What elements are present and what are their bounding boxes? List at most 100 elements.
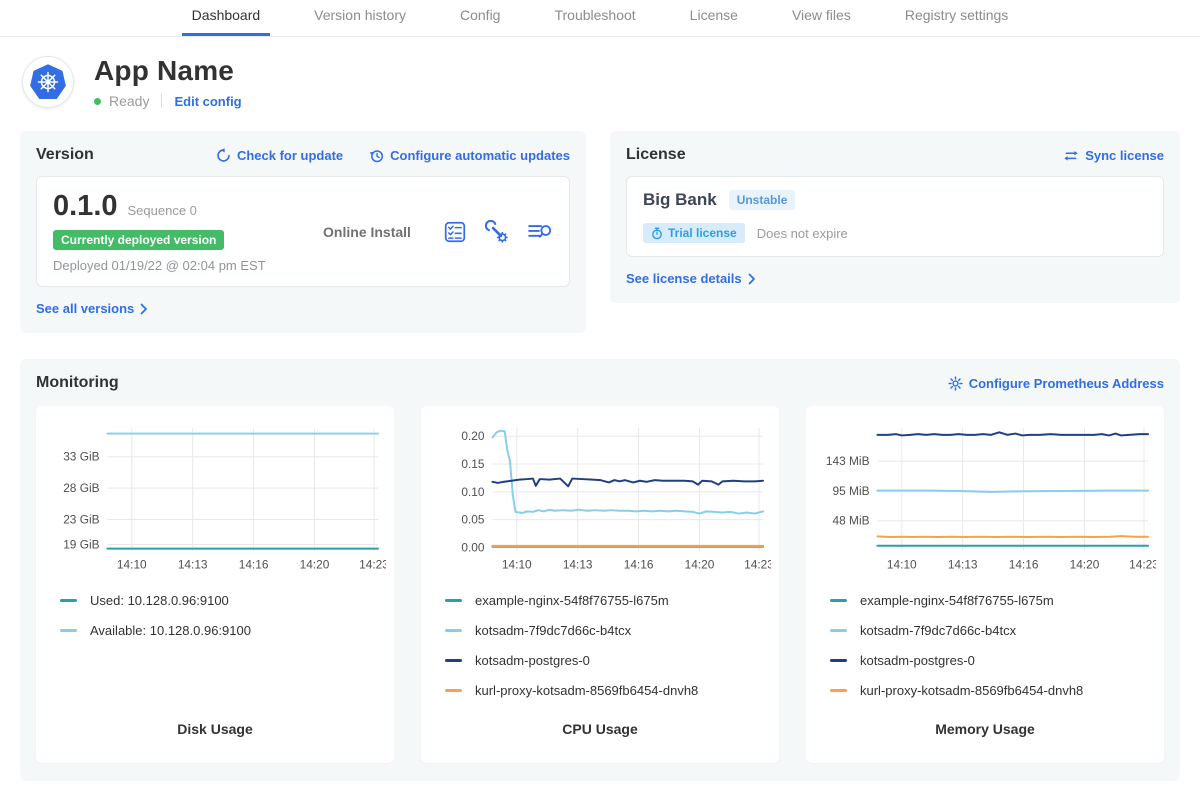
see-all-versions-label: See all versions bbox=[36, 301, 134, 316]
legend-color-dash bbox=[830, 659, 847, 662]
svg-text:14:16: 14:16 bbox=[624, 558, 654, 572]
see-all-versions-link[interactable]: See all versions bbox=[36, 301, 148, 316]
legend-color-dash bbox=[445, 599, 462, 602]
svg-text:28 GiB: 28 GiB bbox=[63, 481, 99, 495]
configure-prometheus-link[interactable]: Configure Prometheus Address bbox=[948, 376, 1164, 391]
memory-usage-chart-canvas: 14:1014:1314:1614:2014:2348 MiB95 MiB143… bbox=[814, 418, 1156, 585]
deployed-badge: Currently deployed version bbox=[53, 230, 224, 250]
svg-text:14:10: 14:10 bbox=[117, 558, 147, 572]
tab-version-history[interactable]: Version history bbox=[304, 0, 416, 36]
svg-text:14:16: 14:16 bbox=[239, 558, 269, 572]
version-card: Version Check for update Configure au bbox=[20, 131, 586, 333]
chart-title: CPU Usage bbox=[429, 713, 771, 749]
legend-item: kurl-proxy-kotsadm-8569fb6454-dnvh8 bbox=[445, 683, 771, 698]
trial-license-badge: Trial license bbox=[643, 223, 745, 243]
svg-text:0.05: 0.05 bbox=[461, 513, 485, 527]
legend-color-dash bbox=[445, 659, 462, 662]
legend-item: Used: 10.128.0.96:9100 bbox=[60, 593, 386, 608]
svg-text:0.15: 0.15 bbox=[461, 457, 485, 471]
chart-legend: Used: 10.128.0.96:9100 Available: 10.128.… bbox=[60, 593, 386, 653]
legend-label: example-nginx-54f8f76755-l675m bbox=[475, 593, 669, 608]
license-card-title: License bbox=[626, 146, 686, 164]
svg-text:143 MiB: 143 MiB bbox=[826, 454, 870, 468]
svg-text:14:23: 14:23 bbox=[744, 558, 771, 572]
legend-color-dash bbox=[445, 629, 462, 632]
configure-automatic-updates-label: Configure automatic updates bbox=[390, 148, 570, 163]
cpu-usage-panel: 14:1014:1314:1614:2014:230.000.050.100.1… bbox=[421, 406, 779, 763]
see-license-details-label: See license details bbox=[626, 271, 742, 286]
summary-cards-row: Version Check for update Configure au bbox=[0, 119, 1200, 333]
edit-config-link[interactable]: Edit config bbox=[174, 94, 241, 109]
svg-text:0.20: 0.20 bbox=[461, 429, 485, 443]
svg-text:14:10: 14:10 bbox=[502, 558, 532, 572]
refresh-icon bbox=[216, 148, 231, 163]
svg-text:33 GiB: 33 GiB bbox=[63, 450, 99, 464]
monitoring-card: Monitoring Configure Prometheus Address … bbox=[20, 359, 1180, 781]
sync-license-link[interactable]: Sync license bbox=[1063, 148, 1164, 163]
install-type-label: Online Install bbox=[291, 224, 443, 240]
sync-license-label: Sync license bbox=[1085, 148, 1164, 163]
configure-prometheus-label: Configure Prometheus Address bbox=[969, 376, 1164, 391]
legend-item: example-nginx-54f8f76755-l675m bbox=[445, 593, 771, 608]
legend-item: kurl-proxy-kotsadm-8569fb6454-dnvh8 bbox=[830, 683, 1156, 698]
tab-view-files[interactable]: View files bbox=[782, 0, 861, 36]
channel-badge: Unstable bbox=[729, 190, 796, 210]
license-expiry: Does not expire bbox=[757, 226, 848, 241]
top-nav: Dashboard Version history Config Troublesho… bbox=[0, 0, 1200, 37]
svg-text:14:20: 14:20 bbox=[1070, 558, 1100, 572]
swap-arrows-icon bbox=[1063, 148, 1079, 163]
svg-text:0.10: 0.10 bbox=[461, 485, 485, 499]
svg-text:14:13: 14:13 bbox=[178, 558, 208, 572]
app-status: Ready bbox=[109, 93, 149, 109]
divider bbox=[161, 94, 162, 108]
disk-usage-panel: 14:1014:1314:1614:2014:2319 GiB23 GiB28 … bbox=[36, 406, 394, 763]
chart-title: Memory Usage bbox=[814, 713, 1156, 749]
legend-label: kotsadm-postgres-0 bbox=[860, 653, 975, 668]
svg-text:14:16: 14:16 bbox=[1009, 558, 1039, 572]
legend-label: kotsadm-7f9dc7d66c-b4tcx bbox=[475, 623, 631, 638]
memory-usage-panel: 14:1014:1314:1614:2014:2348 MiB95 MiB143… bbox=[806, 406, 1164, 763]
check-for-update-link[interactable]: Check for update bbox=[216, 148, 343, 163]
legend-item: kotsadm-postgres-0 bbox=[445, 653, 771, 668]
tab-registry-settings[interactable]: Registry settings bbox=[895, 0, 1018, 36]
legend-label: kotsadm-7f9dc7d66c-b4tcx bbox=[860, 623, 1016, 638]
preflight-checklist-icon[interactable] bbox=[443, 220, 467, 244]
version-number: 0.1.0 bbox=[53, 190, 118, 223]
monitoring-title: Monitoring bbox=[36, 374, 119, 392]
chevron-right-icon bbox=[140, 303, 148, 315]
legend-color-dash bbox=[830, 689, 847, 692]
legend-label: kotsadm-postgres-0 bbox=[475, 653, 590, 668]
chart-legend: example-nginx-54f8f76755-l675m kotsadm-7f… bbox=[445, 593, 771, 713]
status-dot bbox=[94, 98, 101, 105]
tab-dashboard[interactable]: Dashboard bbox=[182, 0, 271, 36]
tab-license[interactable]: License bbox=[680, 0, 748, 36]
check-for-update-label: Check for update bbox=[237, 148, 343, 163]
configure-automatic-updates-link[interactable]: Configure automatic updates bbox=[369, 148, 570, 163]
page-title: App Name bbox=[94, 55, 242, 87]
legend-label: Available: 10.128.0.96:9100 bbox=[90, 623, 251, 638]
legend-color-dash bbox=[830, 599, 847, 602]
version-card-title: Version bbox=[36, 146, 94, 164]
legend-label: kurl-proxy-kotsadm-8569fb6454-dnvh8 bbox=[475, 683, 698, 698]
kubernetes-wheel-icon bbox=[35, 69, 61, 95]
svg-text:14:20: 14:20 bbox=[685, 558, 715, 572]
svg-text:19 GiB: 19 GiB bbox=[63, 538, 99, 552]
tab-config[interactable]: Config bbox=[450, 0, 510, 36]
license-card: License Sync license Big Bank Unstable bbox=[610, 131, 1180, 303]
disk-usage-chart-canvas: 14:1014:1314:1614:2014:2319 GiB23 GiB28 … bbox=[44, 418, 386, 585]
trial-license-label: Trial license bbox=[668, 226, 737, 240]
wrench-gear-icon[interactable] bbox=[485, 220, 509, 244]
cpu-usage-chart-canvas: 14:1014:1314:1614:2014:230.000.050.100.1… bbox=[429, 418, 771, 585]
svg-text:14:13: 14:13 bbox=[948, 558, 978, 572]
view-logs-magnifier-icon[interactable] bbox=[527, 221, 553, 243]
svg-text:14:23: 14:23 bbox=[359, 558, 386, 572]
legend-color-dash bbox=[60, 629, 77, 632]
svg-text:14:13: 14:13 bbox=[563, 558, 593, 572]
clock-history-icon bbox=[369, 148, 384, 163]
see-license-details-link[interactable]: See license details bbox=[626, 271, 756, 286]
tab-troubleshoot[interactable]: Troubleshoot bbox=[544, 0, 645, 36]
legend-color-dash bbox=[60, 599, 77, 602]
legend-item: kotsadm-postgres-0 bbox=[830, 653, 1156, 668]
legend-color-dash bbox=[445, 689, 462, 692]
svg-text:14:20: 14:20 bbox=[300, 558, 330, 572]
